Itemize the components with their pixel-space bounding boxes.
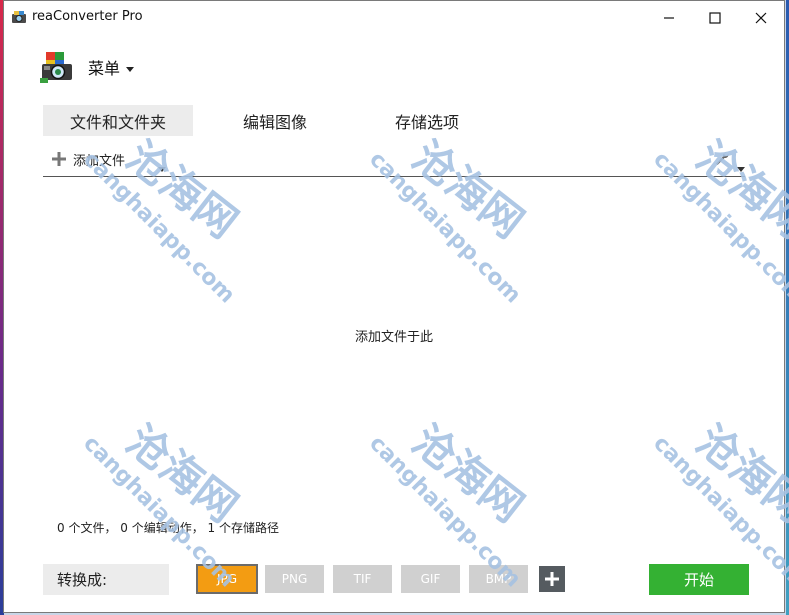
format-gif-button[interactable]: GIF — [401, 565, 460, 593]
chevron-down-icon — [126, 58, 135, 77]
app-icon — [11, 9, 27, 25]
format-selector: JPG PNG TIF GIF BMP — [196, 564, 565, 594]
files-toolbar: 添加文件 — [47, 149, 747, 172]
drop-hint: 添加文件于此 — [354, 330, 433, 345]
tab-saving-options[interactable]: 存储选项 — [357, 105, 497, 136]
chevron-down-icon[interactable] — [737, 157, 745, 176]
file-drop-area[interactable]: 添加文件于此 — [43, 178, 745, 508]
close-icon — [755, 12, 767, 24]
status-summary: 0 个文件， 0 个编辑动作， 1 个存储路径 — [57, 521, 279, 535]
format-tif-button[interactable]: TIF — [333, 565, 392, 593]
chevron-down-icon[interactable] — [158, 157, 166, 176]
start-button[interactable]: 开始 — [649, 564, 749, 595]
format-jpg-button[interactable]: JPG — [196, 564, 258, 594]
window-title: reaConverter Pro — [32, 9, 143, 24]
wrench-icon[interactable] — [714, 150, 730, 170]
app-window: reaConverter Pro 菜单 文件和文件夹 编辑图像 存储选项 添加文… — [3, 0, 785, 613]
minimize-icon — [664, 17, 674, 19]
plus-icon[interactable] — [52, 151, 66, 170]
close-button[interactable] — [738, 1, 784, 35]
toolbar-divider — [43, 176, 745, 177]
tab-bar: 文件和文件夹 编辑图像 存储选项 — [43, 105, 497, 136]
plus-icon — [545, 572, 559, 586]
format-bmp-button[interactable]: BMP — [469, 565, 528, 593]
convert-to-label: 转换成: — [43, 564, 169, 595]
main-menu-button[interactable]: 菜单 — [40, 47, 135, 87]
minimize-button[interactable] — [646, 1, 692, 35]
add-files-button[interactable]: 添加文件 — [73, 150, 125, 169]
add-format-button[interactable] — [539, 566, 565, 592]
maximize-button[interactable] — [692, 1, 738, 35]
title-bar[interactable]: reaConverter Pro — [4, 1, 784, 35]
tab-files-folders[interactable]: 文件和文件夹 — [43, 105, 193, 136]
tab-edit-images[interactable]: 编辑图像 — [193, 105, 357, 136]
reaconverter-logo-icon — [40, 50, 74, 84]
maximize-icon — [709, 12, 721, 24]
format-png-button[interactable]: PNG — [265, 565, 324, 593]
menu-label: 菜单 — [88, 59, 121, 78]
